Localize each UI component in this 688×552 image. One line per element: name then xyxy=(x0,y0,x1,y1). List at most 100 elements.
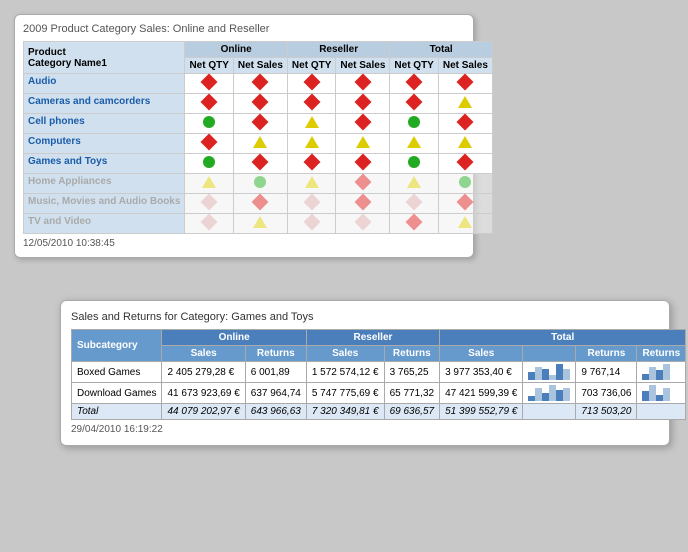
col-header-total-b: Total xyxy=(440,330,686,346)
symbol-cell xyxy=(185,174,233,194)
bottom-panel-title: Sales and Returns for Category: Games an… xyxy=(71,311,659,323)
data-cell xyxy=(523,404,576,420)
sub-total-returns-chart: Returns xyxy=(637,346,686,362)
table-row: Boxed Games2 405 279,28 €6 001,891 572 5… xyxy=(72,362,686,383)
symbol-cell xyxy=(185,114,233,134)
sub-total-returns: Returns xyxy=(576,346,637,362)
symbol-cell xyxy=(336,114,390,134)
row-label: Cameras and camcorders xyxy=(24,94,185,114)
symbol-cell xyxy=(336,74,390,94)
data-cell: 637 964,74 xyxy=(245,383,306,404)
symbol-cell xyxy=(185,134,233,154)
data-cell: 47 421 599,39 € xyxy=(440,383,523,404)
symbol-cell xyxy=(233,174,287,194)
table-row: Music, Movies and Audio Books xyxy=(24,194,493,214)
sub-reseller-sales: Sales xyxy=(306,346,384,362)
symbol-cell xyxy=(287,74,335,94)
data-cell: 51 399 552,79 € xyxy=(440,404,523,420)
data-cell xyxy=(523,383,576,404)
sub-online-sales: Sales xyxy=(162,346,245,362)
table-row: Audio xyxy=(24,74,493,94)
symbol-cell xyxy=(438,214,492,234)
table-row: Cell phones xyxy=(24,114,493,134)
symbol-cell xyxy=(233,154,287,174)
row-label: Home Appliances xyxy=(24,174,185,194)
col-header-total: Total xyxy=(390,42,492,58)
symbol-cell xyxy=(390,194,438,214)
symbol-cell xyxy=(233,134,287,154)
row-label: Games and Toys xyxy=(24,154,185,174)
symbol-cell xyxy=(185,154,233,174)
symbol-cell xyxy=(438,94,492,114)
symbol-cell xyxy=(336,94,390,114)
symbol-cell xyxy=(438,134,492,154)
data-cell: 643 966,63 xyxy=(245,404,306,420)
col-sub-total-qty: Net QTY xyxy=(390,58,438,74)
subcategory-label: Boxed Games xyxy=(72,362,162,383)
symbol-cell xyxy=(390,214,438,234)
symbol-cell xyxy=(233,214,287,234)
col-sub-online-sales: Net Sales xyxy=(233,58,287,74)
symbol-cell xyxy=(390,114,438,134)
symbol-cell xyxy=(438,154,492,174)
data-cell: 65 771,32 xyxy=(384,383,440,404)
col-header-online-b: Online xyxy=(162,330,306,346)
symbol-cell xyxy=(336,174,390,194)
data-cell xyxy=(637,383,686,404)
row-label: Music, Movies and Audio Books xyxy=(24,194,185,214)
data-cell: 3 765,25 xyxy=(384,362,440,383)
symbol-cell xyxy=(185,74,233,94)
top-chart-table: ProductCategory Name1 Online Reseller To… xyxy=(23,41,493,234)
top-panel: 2009 Product Category Sales: Online and … xyxy=(14,14,474,258)
data-cell: 713 503,20 xyxy=(576,404,637,420)
symbol-cell xyxy=(390,74,438,94)
row-label: TV and Video xyxy=(24,214,185,234)
symbol-cell xyxy=(287,154,335,174)
symbol-cell xyxy=(233,194,287,214)
symbol-cell xyxy=(185,194,233,214)
symbol-cell xyxy=(287,214,335,234)
data-cell: 1 572 574,12 € xyxy=(306,362,384,383)
sub-total-sales: Sales xyxy=(440,346,523,362)
col-header-subcategory: Subcategory xyxy=(72,330,162,362)
symbol-cell xyxy=(287,194,335,214)
sub-online-returns: Returns xyxy=(245,346,306,362)
symbol-cell xyxy=(336,214,390,234)
bottom-panel: Sales and Returns for Category: Games an… xyxy=(60,300,670,446)
data-cell xyxy=(637,362,686,383)
col-sub-online-qty: Net QTY xyxy=(185,58,233,74)
data-cell xyxy=(637,404,686,420)
table-row: Home Appliances xyxy=(24,174,493,194)
col-sub-reseller-sales: Net Sales xyxy=(336,58,390,74)
symbol-cell xyxy=(233,94,287,114)
symbol-cell xyxy=(390,94,438,114)
data-cell: 69 636,57 xyxy=(384,404,440,420)
data-cell: 41 673 923,69 € xyxy=(162,383,245,404)
subcategory-label: Total xyxy=(72,404,162,420)
symbol-cell xyxy=(438,194,492,214)
symbol-cell xyxy=(287,134,335,154)
data-cell: 44 079 202,97 € xyxy=(162,404,245,420)
col-sub-reseller-qty: Net QTY xyxy=(287,58,335,74)
col-sub-total-sales: Net Sales xyxy=(438,58,492,74)
table-row: Total44 079 202,97 €643 966,637 320 349,… xyxy=(72,404,686,420)
data-cell: 9 767,14 xyxy=(576,362,637,383)
symbol-cell xyxy=(336,194,390,214)
table-row: Cameras and camcorders xyxy=(24,94,493,114)
symbol-cell xyxy=(438,74,492,94)
col-header-category: ProductCategory Name1 xyxy=(24,42,185,74)
row-label: Computers xyxy=(24,134,185,154)
symbol-cell xyxy=(185,214,233,234)
col-header-reseller: Reseller xyxy=(287,42,389,58)
symbol-cell xyxy=(390,174,438,194)
bottom-data-table: Subcategory Online Reseller Total Sales … xyxy=(71,329,686,420)
col-header-reseller-b: Reseller xyxy=(306,330,439,346)
table-row: Games and Toys xyxy=(24,154,493,174)
table-row: Download Games41 673 923,69 €637 964,745… xyxy=(72,383,686,404)
subcategory-label: Download Games xyxy=(72,383,162,404)
bottom-timestamp: 29/04/2010 16:19:22 xyxy=(71,424,659,435)
symbol-cell xyxy=(233,114,287,134)
top-timestamp: 12/05/2010 10:38:45 xyxy=(23,238,465,249)
top-panel-title: 2009 Product Category Sales: Online and … xyxy=(23,23,465,35)
row-label: Audio xyxy=(24,74,185,94)
